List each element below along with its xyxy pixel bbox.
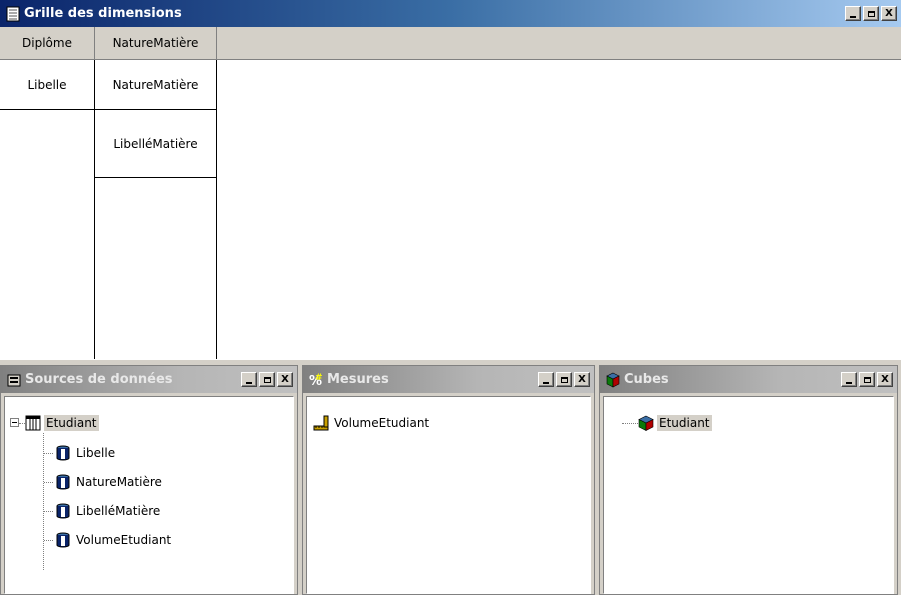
sources-maximize-button[interactable]: [259, 372, 275, 387]
tree-item-etudiant-table[interactable]: Etudiant: [25, 413, 99, 433]
grid-cell-libellematiere[interactable]: LibelléMatière: [95, 111, 216, 178]
table-icon: [25, 415, 41, 431]
cubes-maximize-button[interactable]: [859, 372, 875, 387]
mesures-window-title: Mesures: [327, 372, 389, 387]
grid-header-row: Diplôme NatureMatière: [0, 27, 901, 60]
column-header-diplome[interactable]: Diplôme: [0, 27, 95, 59]
grid-cell-naturematiere[interactable]: NatureMatière: [95, 60, 216, 110]
tree-item-libelle[interactable]: Libelle: [55, 443, 117, 463]
cube-item-etudiant[interactable]: Etudiant: [638, 413, 712, 433]
sources-tree: Etudiant Libelle NatureMatière LibelléMa…: [4, 396, 294, 594]
tree-item-libellematiere[interactable]: LibelléMatière: [55, 501, 162, 521]
mesures-maximize-button[interactable]: [556, 372, 572, 387]
grid-body: Libelle NatureMatière LibelléMatière: [0, 60, 901, 363]
tree-guide: [44, 482, 53, 483]
cube-icon: [638, 415, 654, 431]
tree-item-naturematiere[interactable]: NatureMatière: [55, 472, 164, 492]
mesures-window-titlebar[interactable]: % # Mesures X: [303, 366, 594, 393]
cubes-window-title: Cubes: [624, 372, 669, 387]
grid-window-title: Grille des dimensions: [24, 6, 182, 21]
mesures-list: VolumeEtudiant: [306, 396, 591, 594]
cube-item-label: Etudiant: [657, 415, 712, 431]
tree-item-label: LibelléMatière: [76, 504, 161, 518]
sources-minimize-button[interactable]: [241, 372, 257, 387]
column-header-naturematiere[interactable]: NatureMatière: [95, 27, 217, 59]
tree-item-label: VolumeEtudiant: [76, 533, 172, 547]
measure-item-volumeetudiant[interactable]: VolumeEtudiant: [313, 413, 431, 433]
sources-window-titlebar[interactable]: Sources de données X: [1, 366, 297, 393]
measures-hash-icon: % #: [309, 373, 323, 388]
column-cylinder-icon: [56, 474, 70, 490]
mesures-minimize-button[interactable]: [538, 372, 554, 387]
grid-minimize-button[interactable]: [845, 6, 861, 21]
cube-icon: [606, 372, 620, 387]
sources-window: Sources de données X Etudiant Libelle Na…: [0, 365, 298, 595]
tree-guide: [622, 423, 638, 424]
sources-window-title: Sources de données: [25, 372, 173, 387]
grid-cell-libelle[interactable]: Libelle: [0, 60, 94, 110]
mesures-close-button[interactable]: X: [574, 372, 590, 387]
tree-item-label: NatureMatière: [76, 475, 162, 489]
grid-divider: [216, 60, 217, 359]
cubes-window: Cubes X Etudiant: [599, 365, 898, 595]
sources-close-button[interactable]: X: [277, 372, 293, 387]
tree-item-label: Etudiant: [44, 415, 99, 431]
cubes-tree: Etudiant: [603, 396, 894, 594]
table-window-icon: [6, 6, 20, 21]
collapse-toggle[interactable]: [10, 418, 19, 427]
column-cylinder-icon: [56, 503, 70, 519]
cubes-close-button[interactable]: X: [877, 372, 893, 387]
tree-guide: [44, 453, 53, 454]
cubes-window-titlebar[interactable]: Cubes X: [600, 366, 897, 393]
mesures-window: % # Mesures X VolumeEtudiant: [302, 365, 595, 595]
column-cylinder-icon: [56, 532, 70, 548]
datasource-icon: [7, 374, 21, 386]
measure-item-label: VolumeEtudiant: [334, 416, 430, 430]
svg-text:#: #: [315, 373, 323, 383]
tree-item-label: Libelle: [76, 446, 116, 460]
grid-maximize-button[interactable]: [863, 6, 879, 21]
tree-item-volumeetudiant[interactable]: VolumeEtudiant: [55, 530, 173, 550]
grid-close-button[interactable]: X: [881, 6, 897, 21]
grid-window-titlebar[interactable]: Grille des dimensions X: [0, 0, 901, 27]
tree-guide: [44, 540, 53, 541]
grid-dimensions-window: Grille des dimensions X Diplôme NatureMa…: [0, 0, 901, 363]
column-cylinder-icon: [56, 445, 70, 461]
cubes-minimize-button[interactable]: [841, 372, 857, 387]
measure-ruler-icon: [313, 415, 329, 431]
tree-guide: [44, 511, 53, 512]
